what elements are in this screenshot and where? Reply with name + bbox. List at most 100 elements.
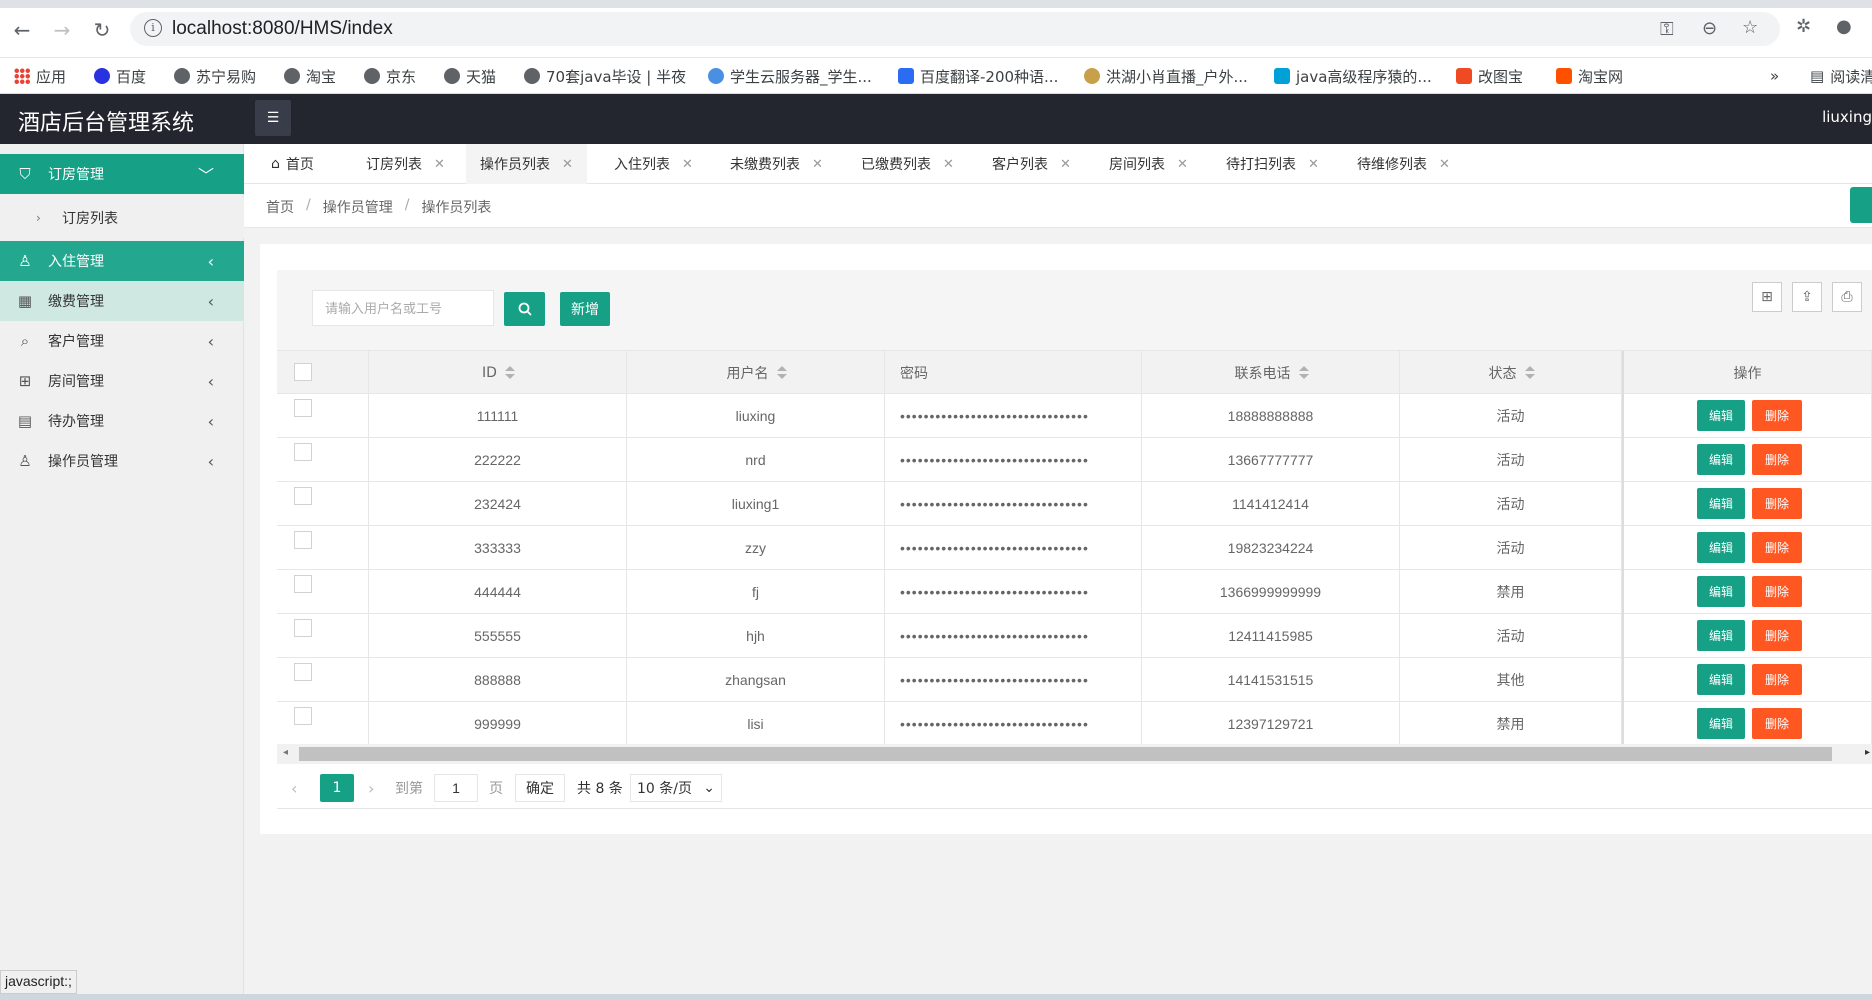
search-button[interactable] — [504, 292, 545, 326]
row-checkbox[interactable] — [294, 487, 312, 505]
row-checkbox[interactable] — [294, 399, 312, 417]
breadcrumb-section[interactable]: 操作员管理 — [323, 197, 393, 217]
scroll-left-icon[interactable]: ◂ — [283, 747, 288, 758]
row-checkbox[interactable] — [294, 619, 312, 637]
bookmark-cloud[interactable]: 学生云服务器_学生... — [708, 65, 872, 87]
edit-button[interactable]: 编辑 — [1697, 400, 1745, 431]
print-icon[interactable]: ⎙ — [1832, 282, 1862, 312]
tab-paid-list[interactable]: 已缴费列表 ✕ — [861, 144, 954, 184]
tab-cleaning-list[interactable]: 待打扫列表 ✕ — [1226, 144, 1319, 184]
bookmark-honghu[interactable]: 洪湖小肖直播_户外... — [1084, 65, 1248, 87]
edit-button[interactable]: 编辑 — [1697, 444, 1745, 475]
profile-icon[interactable]: ● — [1836, 16, 1852, 37]
search-input[interactable] — [312, 290, 494, 326]
bookmark-java[interactable]: 70套java毕设 | 半夜 — [524, 65, 686, 87]
edit-button[interactable]: 编辑 — [1697, 488, 1745, 519]
tab-customer-list[interactable]: 客户列表 ✕ — [992, 144, 1071, 184]
menu-toggle-icon[interactable]: ☰ — [255, 100, 291, 136]
breadcrumb-home[interactable]: 首页 — [266, 197, 294, 217]
bookmark-tmall[interactable]: 天猫 — [444, 65, 496, 87]
sidebar-item-todo[interactable]: ▤ 待办管理 ‹ — [0, 401, 244, 441]
tab-room-list[interactable]: 房间列表 ✕ — [1109, 144, 1188, 184]
close-icon[interactable]: ✕ — [562, 157, 573, 172]
tab-unpaid-list[interactable]: 未缴费列表 ✕ — [730, 144, 823, 184]
sort-icon[interactable] — [504, 366, 515, 380]
tab-operator-list[interactable]: 操作员列表 ✕ — [466, 144, 587, 184]
close-icon[interactable]: ✕ — [943, 157, 954, 172]
scrollbar-thumb[interactable] — [299, 747, 1832, 761]
edit-button[interactable]: 编辑 — [1697, 532, 1745, 563]
close-icon[interactable]: ✕ — [1439, 157, 1450, 172]
bookmark-baidu[interactable]: 百度 — [94, 65, 146, 87]
tab-checkin-list[interactable]: 入住列表 ✕ — [614, 144, 693, 184]
prev-page-icon[interactable]: ‹ — [291, 774, 297, 802]
extensions-icon[interactable]: ✲ — [1796, 16, 1811, 37]
bookmark-apps[interactable]: 应用 — [14, 65, 66, 87]
close-icon[interactable]: ✕ — [1308, 157, 1319, 172]
header-phone[interactable]: 联系电话 — [1142, 351, 1400, 395]
delete-button[interactable]: 删除 — [1752, 444, 1802, 475]
next-page-icon[interactable]: › — [368, 774, 374, 802]
reload-icon[interactable]: ↻ — [88, 16, 116, 44]
bookmark-suning[interactable]: 苏宁易购 — [174, 65, 256, 87]
row-checkbox[interactable] — [294, 707, 312, 725]
page-input[interactable] — [434, 774, 478, 802]
sidebar-item-room[interactable]: ⊞ 房间管理 ‹ — [0, 361, 244, 401]
bookmark-bilibili[interactable]: java高级程序猿的... — [1274, 65, 1432, 87]
delete-button[interactable]: 删除 — [1752, 576, 1802, 607]
more-bookmarks[interactable]: » — [1770, 65, 1779, 87]
scroll-right-icon[interactable]: ▸ — [1865, 747, 1870, 758]
delete-button[interactable]: 删除 — [1752, 708, 1802, 739]
sort-icon[interactable] — [1298, 366, 1309, 380]
sidebar-item-operator[interactable]: ♙ 操作员管理 ‹ — [0, 441, 244, 481]
sidebar-item-customer[interactable]: ⌕ 客户管理 ‹ — [0, 321, 244, 361]
sidebar-item-booking[interactable]: ⛉ 订房管理 ﹀ — [0, 154, 244, 194]
edit-button[interactable]: 编辑 — [1697, 576, 1745, 607]
page-size-select[interactable]: 10 条/页 ⌄ — [630, 774, 722, 802]
delete-button[interactable]: 删除 — [1752, 620, 1802, 651]
bookmark-gaitubao[interactable]: 改图宝 — [1456, 65, 1523, 87]
export-icon[interactable]: ⇪ — [1792, 282, 1822, 312]
add-button[interactable]: 新增 — [560, 292, 610, 326]
url-text[interactable]: localhost:8080/HMS/index — [172, 18, 393, 40]
close-icon[interactable]: ✕ — [682, 157, 693, 172]
delete-button[interactable]: 删除 — [1752, 664, 1802, 695]
sidebar-item-payment[interactable]: ▦ 缴费管理 ‹ — [0, 281, 244, 321]
close-icon[interactable]: ✕ — [1060, 157, 1071, 172]
sort-icon[interactable] — [776, 366, 787, 380]
tab-repair-list[interactable]: 待维修列表 ✕ — [1357, 144, 1450, 184]
key-icon[interactable]: ⚿ — [1660, 19, 1674, 40]
reading-list[interactable]: ▤ 阅读清单 — [1810, 65, 1872, 87]
user-name[interactable]: liuxing — [1822, 108, 1872, 126]
delete-button[interactable]: 删除 — [1752, 532, 1802, 563]
horizontal-scrollbar[interactable]: ◂ ▸ — [277, 744, 1872, 764]
header-status[interactable]: 状态 — [1400, 351, 1622, 395]
zoom-icon[interactable]: ⊖ — [1702, 18, 1717, 39]
forward-icon[interactable]: → — [48, 16, 76, 44]
back-icon[interactable]: ← — [8, 16, 36, 44]
close-icon[interactable]: ✕ — [1177, 157, 1188, 172]
select-all-checkbox[interactable] — [294, 363, 312, 381]
sort-icon[interactable] — [1524, 366, 1535, 380]
delete-button[interactable]: 删除 — [1752, 400, 1802, 431]
edit-button[interactable]: 编辑 — [1697, 664, 1745, 695]
address-bar[interactable]: i localhost:8080/HMS/index ⚿ ⊖ ☆ — [130, 12, 1780, 46]
header-id[interactable]: ID — [369, 351, 627, 395]
bookmark-jd[interactable]: 京东 — [364, 65, 416, 87]
columns-filter-icon[interactable]: ⊞ — [1752, 282, 1782, 312]
edit-button[interactable]: 编辑 — [1697, 708, 1745, 739]
close-icon[interactable]: ✕ — [812, 157, 823, 172]
sidebar-sub-booking-list[interactable]: › 订房列表 — [0, 198, 244, 238]
bookmark-fanyi[interactable]: 百度翻译-200种语... — [898, 65, 1058, 87]
tab-booking-list[interactable]: 订房列表 ✕ — [366, 144, 445, 184]
bookmark-taobao[interactable]: 淘宝 — [284, 65, 336, 87]
site-info-icon[interactable]: i — [144, 19, 162, 37]
tab-home[interactable]: ⌂ 首页 — [271, 144, 314, 184]
sidebar-item-checkin[interactable]: ♙ 入住管理 ‹ — [0, 241, 244, 281]
row-checkbox[interactable] — [294, 531, 312, 549]
delete-button[interactable]: 删除 — [1752, 488, 1802, 519]
header-username[interactable]: 用户名 — [627, 351, 885, 395]
row-checkbox[interactable] — [294, 663, 312, 681]
bookmark-star-icon[interactable]: ☆ — [1742, 17, 1758, 38]
bookmark-taobaowang[interactable]: 淘宝网 — [1556, 65, 1623, 87]
